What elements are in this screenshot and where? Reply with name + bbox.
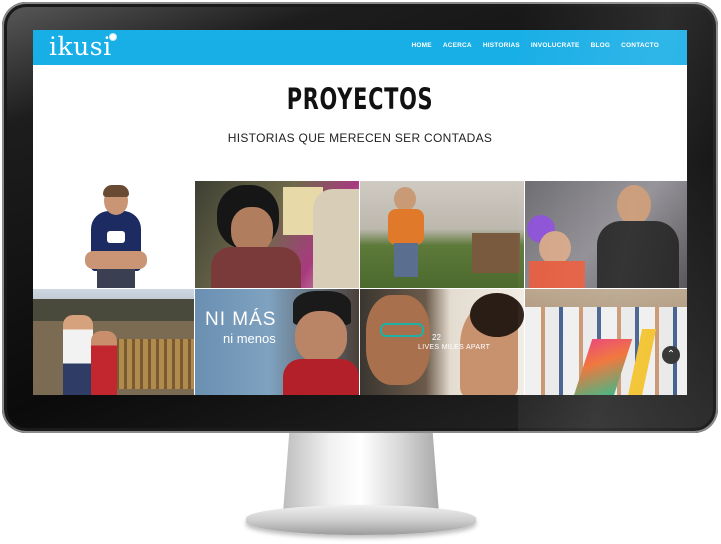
boy-glasses-face: [366, 295, 430, 385]
project-tile-ni-mas-ni-menos[interactable]: NI MÁS ni menos: [195, 289, 359, 395]
nav-item-blog[interactable]: BLOG: [591, 42, 611, 49]
scroll-to-top-button[interactable]: ⌃: [662, 346, 680, 364]
chevron-up-icon: ⌃: [666, 349, 676, 360]
tile-title-line1: NI MÁS: [205, 309, 277, 330]
monitor-mockup: ikusi HOME ACERCA HISTORIAS INVOLUCRATE …: [0, 0, 721, 544]
project-tile-family-house[interactable]: [33, 289, 194, 395]
tile-subtitle: LIVES MILES APART: [418, 344, 491, 351]
project-tile-toddler-yard[interactable]: [360, 181, 524, 288]
page-subtitle: HISTORIAS QUE MERECEN SER CONTADAS: [227, 131, 493, 145]
glasses-icon: [380, 323, 424, 337]
man-figure: [63, 315, 93, 395]
girl-shirt: [211, 247, 301, 288]
nav-item-contacto[interactable]: CONTACTO: [621, 42, 659, 49]
man-head: [617, 185, 651, 225]
portrait-legs: [97, 269, 135, 288]
tile-title-line2: ni menos: [223, 331, 276, 346]
nav-item-involucrate[interactable]: INVOLUCRATE: [531, 42, 580, 49]
portrait-hair: [103, 185, 129, 197]
project-tile-22-lives[interactable]: 22 LIVES MILES APART: [360, 289, 524, 395]
child-head: [539, 231, 571, 265]
house-roof: [33, 299, 194, 321]
project-tile-girl-classroom[interactable]: [195, 181, 359, 288]
main-nav: HOME ACERCA HISTORIAS INVOLUCRATE BLOG C…: [412, 42, 660, 49]
monitor-screen: ikusi HOME ACERCA HISTORIAS INVOLUCRATE …: [33, 30, 687, 395]
woman-figure: [91, 331, 117, 395]
child-shirt: [529, 261, 585, 288]
nav-item-home[interactable]: HOME: [412, 42, 432, 49]
project-tile-group-celebration[interactable]: ⌃: [525, 289, 687, 395]
dc-logo-icon: [107, 231, 125, 243]
boy-shirt: [283, 359, 359, 395]
project-tile-boy-dc-shirt[interactable]: [33, 181, 194, 288]
portrait-arms: [85, 251, 147, 269]
page-title: PROYECTOS: [286, 82, 434, 116]
monitor-stand-neck: [283, 433, 439, 513]
top-navbar: ikusi HOME ACERCA HISTORIAS INVOLUCRATE …: [33, 30, 687, 65]
site-logo[interactable]: ikusi: [49, 34, 112, 60]
toddler-pants: [394, 243, 418, 277]
boy-face: [295, 311, 347, 363]
nav-item-acerca[interactable]: ACERCA: [443, 42, 472, 49]
project-tile-man-child[interactable]: [525, 181, 687, 288]
adult-figure: [313, 189, 359, 288]
logo-dot-icon: [109, 33, 117, 41]
monitor-stand-base: [246, 505, 476, 535]
wooden-cart: [472, 233, 520, 273]
toddler-jacket: [388, 209, 424, 245]
girl-hair-profile: [470, 293, 524, 337]
tile-number: 22: [432, 333, 441, 342]
toddler-head: [394, 187, 416, 211]
projects-grid: NI MÁS ni menos 22 LIVES MILES APART ⌃: [33, 181, 687, 395]
man-hoodie: [597, 221, 679, 288]
nav-item-historias[interactable]: HISTORIAS: [483, 42, 520, 49]
